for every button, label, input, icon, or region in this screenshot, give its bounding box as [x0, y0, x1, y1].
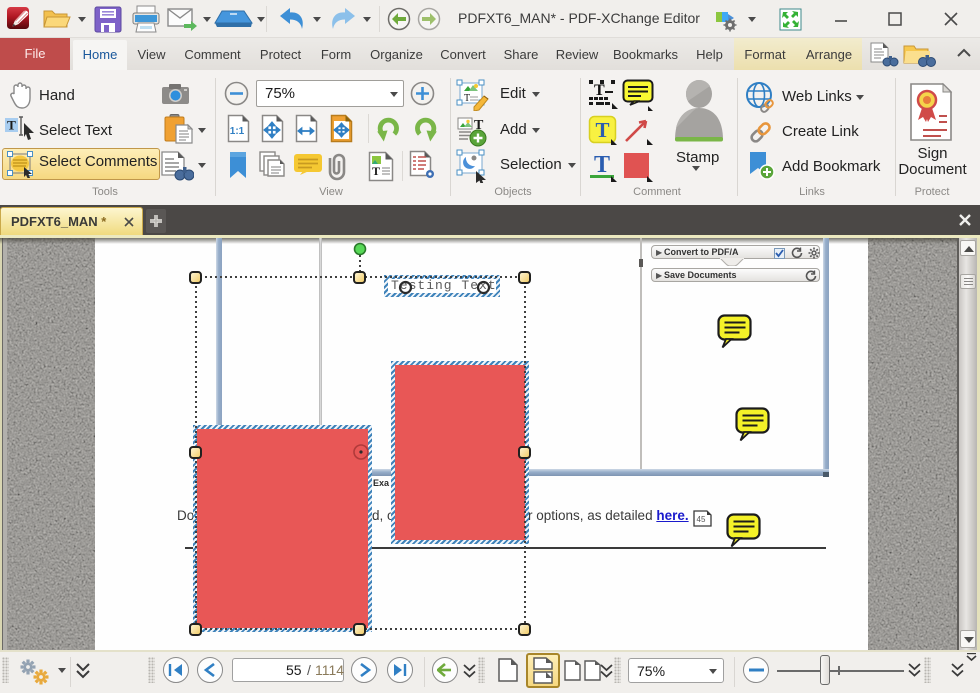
svg-text:T: T [464, 93, 470, 104]
svg-text:T: T [594, 152, 610, 178]
svg-text:T: T [595, 118, 609, 142]
svg-text:T: T [594, 82, 605, 99]
svg-text:T: T [7, 118, 16, 133]
svg-text:1:1: 1:1 [230, 126, 245, 137]
svg-text:T: T [372, 164, 380, 178]
svg-text:45: 45 [697, 515, 706, 524]
